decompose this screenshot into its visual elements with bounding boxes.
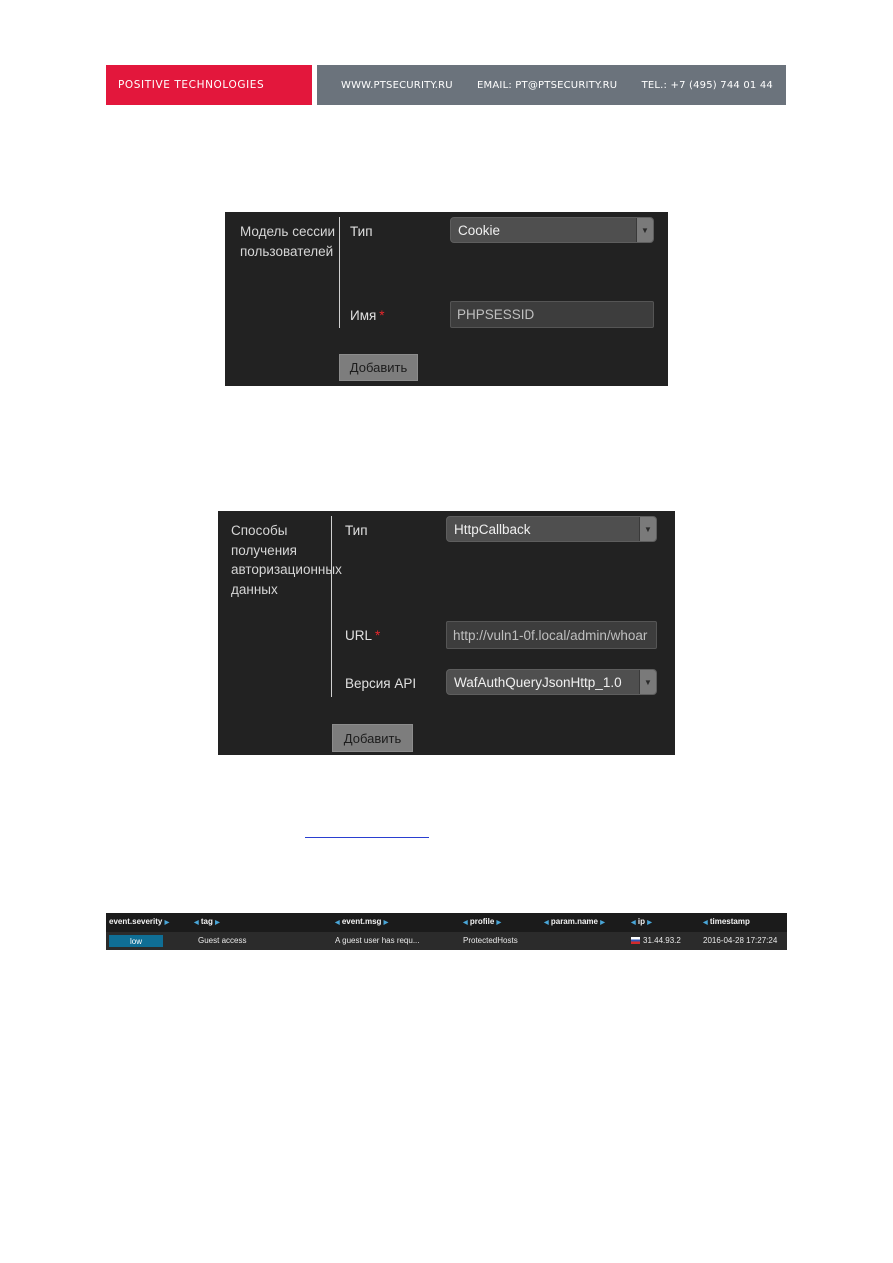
type-label: Тип xyxy=(350,224,373,239)
phone-text: TEL.: +7 (495) 744 01 44 xyxy=(641,79,773,91)
column-header[interactable]: ◀ tag ▶ xyxy=(194,917,220,926)
tag-cell: Guest access xyxy=(198,936,247,945)
session-name-field[interactable]: PHPSESSID xyxy=(450,301,654,328)
timestamp-cell: 2016-04-28 17:27:24 xyxy=(703,936,778,945)
name-label: Имя * xyxy=(350,308,385,323)
message-cell: A guest user has requ... xyxy=(335,936,420,945)
sort-right-icon[interactable]: ▶ xyxy=(384,920,389,926)
type-label-text: Тип xyxy=(345,523,368,538)
section-divider xyxy=(331,516,332,697)
session-type-select[interactable]: Cookie ▼ xyxy=(450,217,654,243)
auth-methods-panel: Способы получения авторизационных данных… xyxy=(218,511,675,755)
required-asterisk: * xyxy=(379,308,385,323)
section-divider xyxy=(339,217,340,328)
company-logo: POSITIVE TECHNOLOGIES xyxy=(118,79,265,91)
type-label: Тип xyxy=(345,523,368,538)
session-name-value: PHPSESSID xyxy=(457,307,535,322)
sort-left-icon[interactable]: ◀ xyxy=(631,920,636,926)
url-label: URL * xyxy=(345,628,380,643)
hyperlink-underline[interactable] xyxy=(305,837,429,838)
url-label-text: URL xyxy=(345,628,373,643)
chevron-down-icon[interactable]: ▼ xyxy=(639,517,656,541)
sort-right-icon[interactable]: ▶ xyxy=(497,920,502,926)
website-text: WWW.PTSECURITY.RU xyxy=(341,79,453,91)
auth-section-label: Способы получения авторизационных данных xyxy=(231,523,342,597)
profile-cell: ProtectedHosts xyxy=(463,936,518,945)
column-header[interactable]: ◀ timestamp xyxy=(703,917,750,926)
type-label-text: Тип xyxy=(350,224,373,239)
api-version-value: WafAuthQueryJsonHttp_1.0 xyxy=(454,674,622,690)
ip-value: 31.44.93.2 xyxy=(643,936,681,945)
auth-type-select[interactable]: HttpCallback ▼ xyxy=(446,516,657,542)
brand-block: POSITIVE TECHNOLOGIES xyxy=(106,65,312,105)
required-asterisk: * xyxy=(375,628,381,643)
session-section-label: Модель сессии пользователей xyxy=(240,224,336,259)
api-version-select[interactable]: WafAuthQueryJsonHttp_1.0 ▼ xyxy=(446,669,657,695)
auth-type-value: HttpCallback xyxy=(454,521,531,537)
column-header[interactable]: ◀ profile ▶ xyxy=(463,917,501,926)
sort-left-icon[interactable]: ◀ xyxy=(335,920,340,926)
sort-left-icon[interactable]: ◀ xyxy=(194,920,199,926)
add-auth-button[interactable]: Добавить xyxy=(332,724,413,752)
sort-right-icon[interactable]: ▶ xyxy=(215,920,220,926)
column-header[interactable]: ◀ ip ▶ xyxy=(631,917,652,926)
api-version-label: Версия API xyxy=(345,676,416,691)
sort-left-icon[interactable]: ◀ xyxy=(703,920,708,926)
email-text: EMAIL: PT@PTSECURITY.RU xyxy=(477,79,618,91)
column-header[interactable]: event.severity ▶ xyxy=(109,917,169,926)
table-header-row: event.severity ▶ ◀ tag ▶ ◀ event.msg ▶ ◀… xyxy=(106,913,787,931)
column-header[interactable]: ◀ param.name ▶ xyxy=(544,917,605,926)
sort-left-icon[interactable]: ◀ xyxy=(463,920,468,926)
api-version-label-text: Версия API xyxy=(345,676,417,691)
header-banner: POSITIVE TECHNOLOGIES WWW.PTSECURITY.RU … xyxy=(106,65,786,105)
column-header[interactable]: ◀ event.msg ▶ xyxy=(335,917,388,926)
contact-block: WWW.PTSECURITY.RU EMAIL: PT@PTSECURITY.R… xyxy=(317,65,786,105)
chevron-down-icon[interactable]: ▼ xyxy=(639,670,656,694)
sort-right-icon[interactable]: ▶ xyxy=(165,920,170,926)
name-label-text: Имя xyxy=(350,308,377,323)
sort-left-icon[interactable]: ◀ xyxy=(544,920,549,926)
sort-right-icon[interactable]: ▶ xyxy=(647,920,652,926)
sort-right-icon[interactable]: ▶ xyxy=(600,920,605,926)
session-type-value: Cookie xyxy=(458,222,501,238)
url-value: http://vuln1-0f.local/admin/whoar xyxy=(453,627,648,643)
events-table: event.severity ▶ ◀ tag ▶ ◀ event.msg ▶ ◀… xyxy=(106,913,787,950)
table-row[interactable]: low Guest access A guest user has requ..… xyxy=(106,932,787,950)
severity-badge: low xyxy=(109,935,163,947)
russia-flag-icon xyxy=(631,937,640,944)
chevron-down-icon[interactable]: ▼ xyxy=(636,218,653,242)
add-session-button[interactable]: Добавить xyxy=(339,354,418,381)
ip-cell: 31.44.93.2 xyxy=(631,936,681,945)
url-field[interactable]: http://vuln1-0f.local/admin/whoar xyxy=(446,621,657,649)
session-model-panel: Модель сессии пользователей Тип Cookie ▼… xyxy=(225,212,668,386)
